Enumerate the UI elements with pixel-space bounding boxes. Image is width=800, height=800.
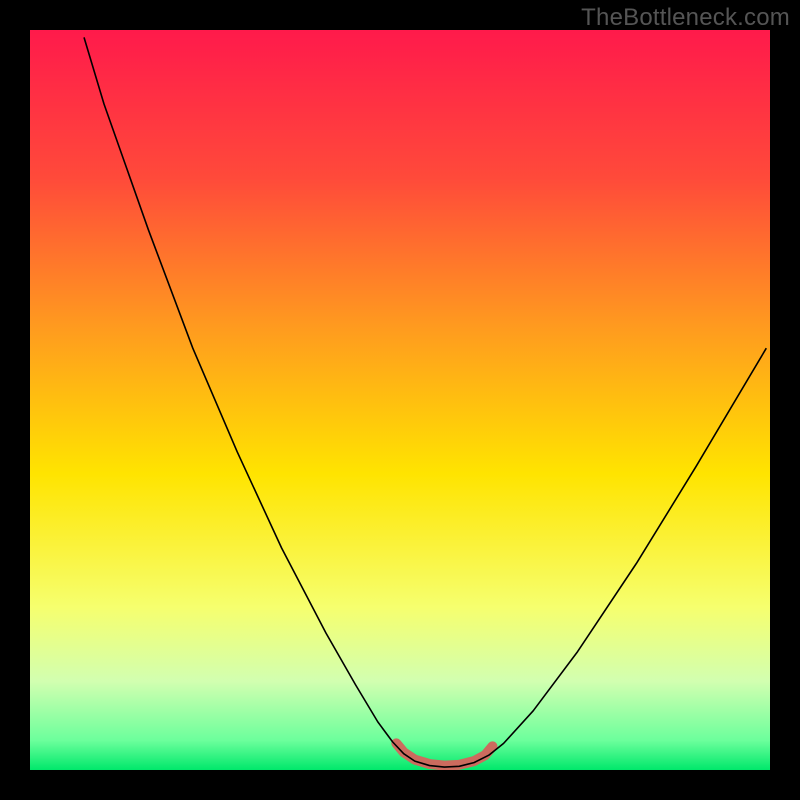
gradient-background: [30, 30, 770, 770]
chart-frame: TheBottleneck.com: [0, 0, 800, 800]
bottleneck-chart: [0, 0, 800, 800]
watermark-text: TheBottleneck.com: [581, 4, 790, 32]
